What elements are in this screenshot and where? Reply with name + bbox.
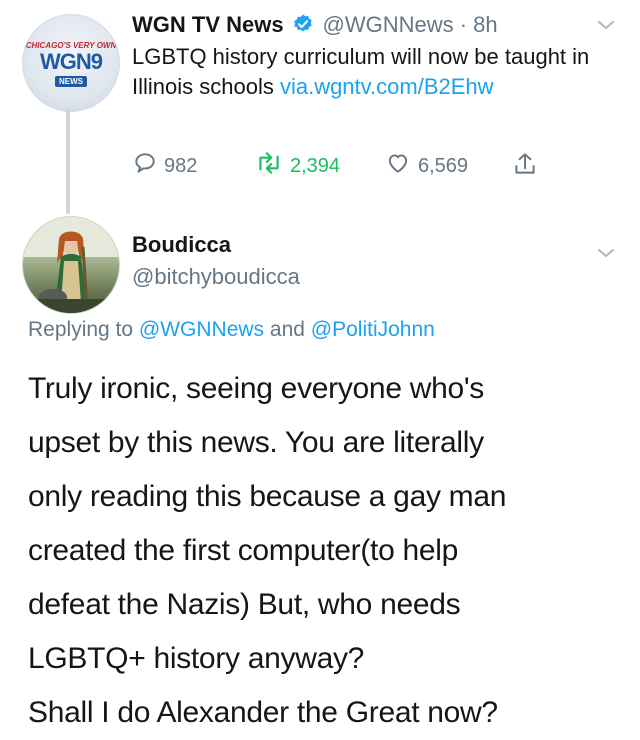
retweet-action[interactable]: 2,394 [254,150,340,182]
wgn-avatar-logo: WGN9 [40,49,103,74]
boudicca-figure-illustration [23,217,119,313]
reply-author-name[interactable]: Boudicca [132,232,231,258]
reply-body-line: LGBTQ+ history anyway? [28,642,365,675]
share-icon [512,150,544,184]
reply-body-line: only reading this because a gay man [28,480,507,513]
like-action[interactable]: 6,569 [384,150,468,182]
tweet-chevron-down-icon[interactable] [596,18,616,37]
reply-icon [132,150,164,182]
retweet-count: 2,394 [290,154,341,177]
heart-icon [384,150,418,182]
like-count: 6,569 [418,154,469,177]
wgn-avatar[interactable]: CHICAGO'S VERY OWN WGN9 NEWS [22,14,120,112]
replying-to-and: and [269,318,305,341]
reply-handle[interactable]: @bitchyboudicca [132,264,300,290]
replying-to-label: Replying to [28,318,134,341]
replying-to-mention-1[interactable]: @WGNNews [139,318,264,341]
tweet-author-name[interactable]: WGN TV News [132,12,284,37]
retweet-icon [254,150,290,182]
boudicca-avatar[interactable] [22,216,120,314]
tweet-handle-time[interactable]: @WGNNews · 8h [322,12,497,37]
replying-to-mention-2[interactable]: @PolitiJohnn [311,318,435,341]
reply-body: Truly ironic, seeing everyone who's upse… [28,362,628,740]
tweet-link[interactable]: via.wgntv.com/B2Ehw [280,74,494,99]
share-action[interactable] [512,150,544,184]
reply-body-line: created the first computer(to help [28,534,459,567]
reply-body-line: Truly ironic, seeing everyone who's [28,372,484,405]
reply-body-line: upset by this news. You are literally [28,426,484,459]
verified-badge-icon [292,13,314,40]
tweet-header: WGN TV News @WGNNews · 8h [132,12,498,40]
thread-line [66,108,70,214]
reply-count: 982 [164,154,198,177]
replying-to-line: Replying to @WGNNews and @PolitiJohnn [28,318,435,342]
reply-body-line: defeat the Nazis) But, who needs [28,588,461,621]
reply-chevron-down-icon[interactable] [596,246,616,265]
wgn-avatar-news: NEWS [55,76,87,87]
tweet-text: LGBTQ history curriculum will now be tau… [132,42,602,102]
reply-action[interactable]: 982 [132,150,197,182]
